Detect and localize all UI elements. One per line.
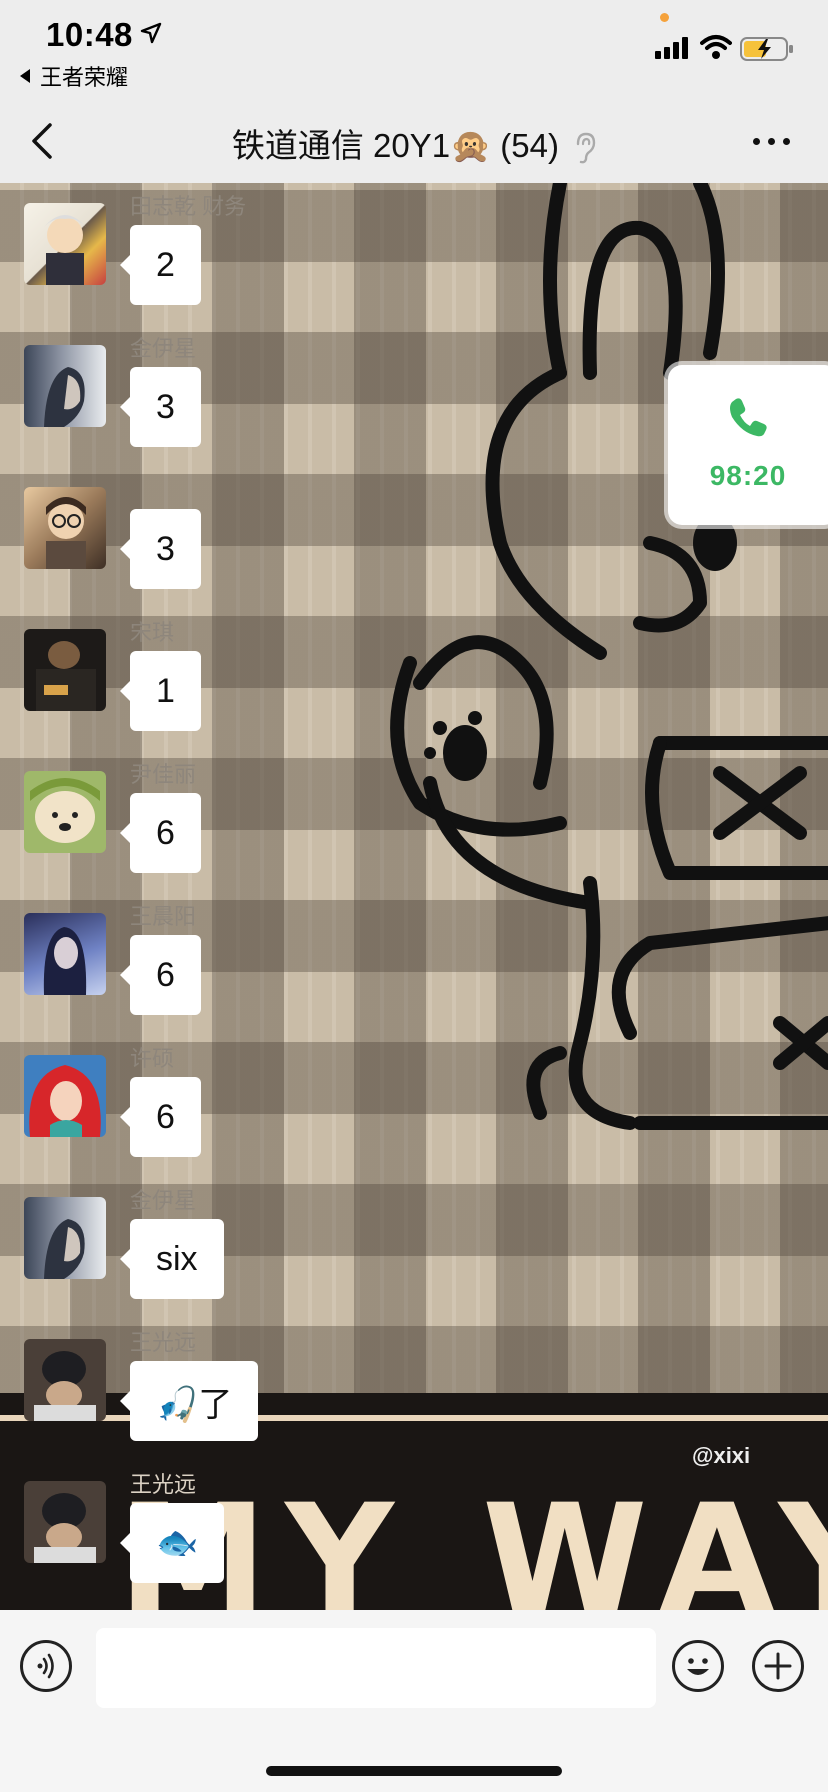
message-row: 王光远 🐟 [0,1461,828,1601]
avatar[interactable] [24,1339,106,1421]
message-row: 尹佳丽 6 [0,751,828,891]
battery-charging-icon [740,37,793,61]
sender-name: 王晨阳 [130,904,197,929]
emoji-icon[interactable] [672,1640,724,1692]
call-duration: 98:20 [709,460,787,491]
status-bar: 10:48 王者荣耀 [0,0,828,95]
avatar[interactable] [24,203,106,285]
avatar[interactable] [24,1055,106,1137]
message-bubble[interactable]: 6 [120,793,201,873]
message-row: 许硕 6 [0,1035,828,1175]
sender-name: 尹佳丽 [130,762,197,787]
wifi-icon [700,35,732,59]
message-bubble[interactable]: 🎣了 [119,1361,259,1441]
avatar[interactable] [24,345,106,427]
message-bubble[interactable]: 2 [120,225,201,305]
message-bubble[interactable]: 6 [120,935,201,1015]
chat-title: 铁道通信 20Y1🙊 (54) [0,119,828,167]
message-row: 王光远 🎣了 [0,1319,828,1459]
message-row: 田志乾 财务 2 [0,183,828,323]
back-triangle-icon [20,69,30,83]
sender-name: 王光远 [130,1330,197,1355]
voice-icon[interactable] [20,1640,72,1692]
more-dots-icon[interactable] [753,138,790,145]
status-time: 10:48 [46,16,133,53]
plus-icon[interactable] [752,1640,804,1692]
avatar[interactable] [24,1197,106,1279]
home-indicator[interactable] [266,1766,562,1776]
message-row: 王晨阳 6 [0,893,828,1033]
chat-area[interactable]: MY WAY @xixi 田志乾 财务 2 金伊星 3 3 宋琪 1 尹佳丽 6… [0,183,828,1610]
back-app-label: 王者荣耀 [40,65,129,90]
message-bubble[interactable]: six [120,1219,224,1299]
sender-name: 金伊星 [130,336,197,361]
avatar[interactable] [24,771,106,853]
message-bubble[interactable]: 3 [120,509,201,589]
ear-icon [576,133,596,164]
avatar[interactable] [24,1481,106,1563]
message-row: 金伊星 six [0,1177,828,1317]
chat-header: 铁道通信 20Y1🙊 (54) [0,95,828,183]
input-bar [0,1610,828,1792]
message-bubble[interactable]: 6 [120,1077,201,1157]
avatar[interactable] [24,487,106,569]
sender-name: 金伊星 [130,1188,197,1213]
message-bubble[interactable]: 1 [120,651,201,731]
message-bubble[interactable]: 3 [120,367,201,447]
voice-call-widget[interactable]: 98:20 [668,365,828,525]
avatar[interactable] [24,913,106,995]
sender-name: 宋琪 [130,620,175,645]
message-input[interactable] [96,1628,656,1708]
back-to-app-link[interactable]: 王者荣耀 [20,60,128,92]
location-arrow-icon [140,22,162,44]
message-bubble[interactable]: 🐟 [119,1503,225,1583]
phone-icon [730,398,767,437]
privacy-indicator-dot [660,13,669,22]
sender-name: 田志乾 财务 [130,194,247,219]
signal-icon [655,37,688,59]
message-row: 宋琪 1 [0,609,828,749]
avatar[interactable] [24,629,106,711]
chat-title-text: 铁道通信 20Y1🙊 (54) [231,127,559,164]
sender-name: 王光远 [130,1472,197,1497]
sender-name: 许硕 [130,1046,175,1071]
